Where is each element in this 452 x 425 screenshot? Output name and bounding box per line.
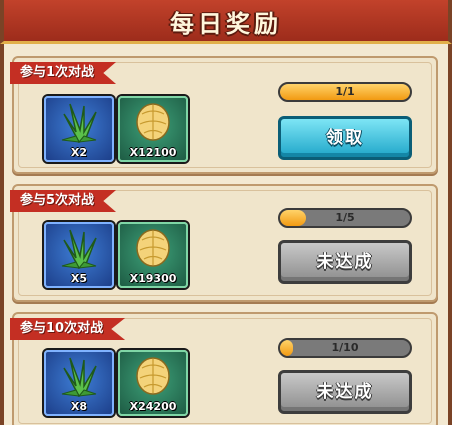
claim-button[interactable]: 领取 [278, 116, 412, 160]
reward-count: X24200 [129, 400, 177, 413]
reward-count: X12100 [129, 146, 177, 159]
task-progress-bar: 1/1 [278, 82, 412, 102]
golden-seed-icon [136, 103, 170, 141]
not-reached-button[interactable]: 未达成 [278, 240, 412, 284]
task-card-3: 参与10次对战 X8 X24200 1/10 未达成 [10, 312, 438, 425]
reward-item-plant[interactable]: X2 [44, 96, 114, 162]
reward-item-plant[interactable]: X5 [44, 222, 114, 288]
panel-header: 每日奖励 [0, 0, 452, 44]
green-spiky-plant-icon [61, 357, 97, 398]
reward-count: X19300 [129, 272, 177, 285]
green-spiky-plant-icon [61, 103, 97, 144]
task-progress-bar: 1/5 [278, 208, 412, 228]
green-spiky-plant-icon [61, 229, 97, 270]
task-ribbon: 参与1次对战 [10, 62, 117, 84]
task-progress-bar: 1/10 [278, 338, 412, 358]
not-reached-button[interactable]: 未达成 [278, 370, 412, 414]
task-card-1: 参与1次对战 X2 X12100 1/1 领取 [10, 56, 438, 174]
reward-item-seed[interactable]: X12100 [118, 96, 188, 162]
reward-count: X2 [70, 146, 88, 159]
reward-item-seed[interactable]: X24200 [118, 350, 188, 416]
progress-text: 1/5 [335, 211, 355, 224]
progress-text: 1/10 [331, 341, 359, 354]
panel-title: 每日奖励 [170, 10, 282, 38]
task-ribbon: 参与5次对战 [10, 190, 117, 212]
reward-count: X8 [70, 400, 88, 413]
golden-seed-icon [136, 229, 170, 267]
golden-seed-icon [136, 357, 170, 395]
progress-text: 1/1 [335, 85, 355, 98]
reward-item-seed[interactable]: X19300 [118, 222, 188, 288]
reward-item-plant[interactable]: X8 [44, 350, 114, 416]
reward-count: X5 [70, 272, 88, 285]
task-card-2: 参与5次对战 X5 X19300 1/5 未达成 [10, 184, 438, 302]
task-ribbon: 参与10次对战 [10, 318, 126, 340]
